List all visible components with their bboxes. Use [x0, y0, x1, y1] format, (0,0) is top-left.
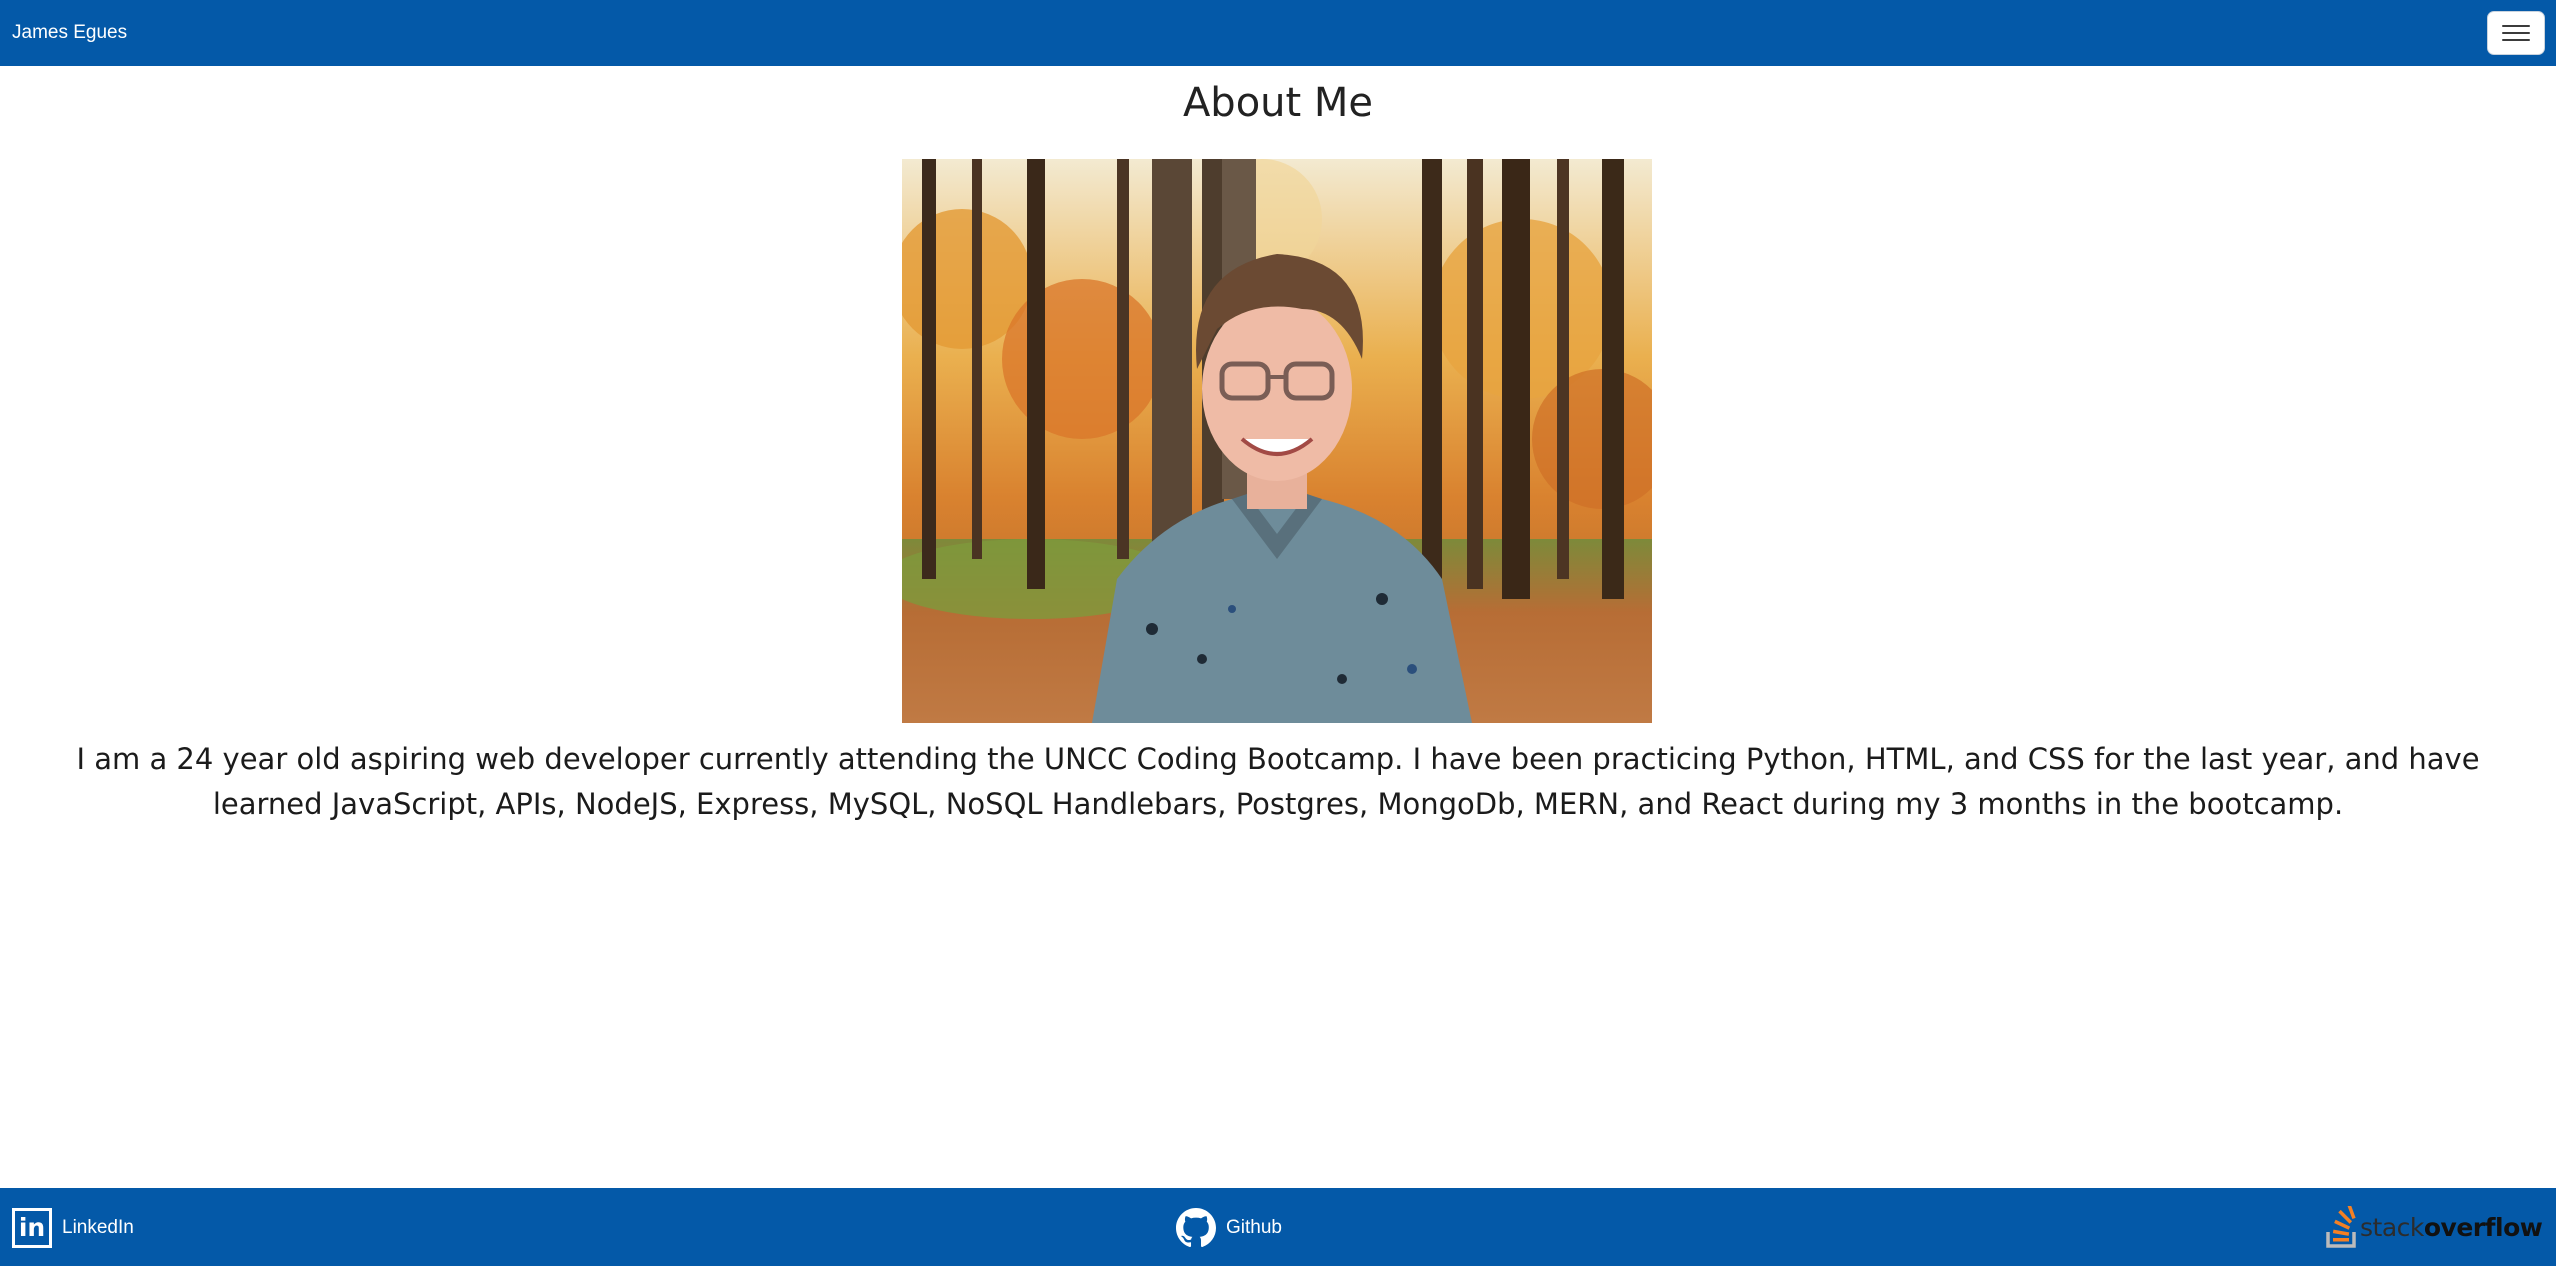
footer: in LinkedIn Github stackoverflow: [0, 1188, 2556, 1266]
bio-paragraph: I am a 24 year old aspiring web develope…: [76, 742, 2480, 821]
stackoverflow-label-light: stack: [2360, 1212, 2424, 1242]
linkedin-link[interactable]: in LinkedIn: [12, 1208, 134, 1248]
profile-photo-illustration: [902, 159, 1652, 723]
stackoverflow-icon: [2326, 1206, 2356, 1248]
about-section: About Me I am a 24 year old aspiring web…: [0, 66, 2556, 1188]
hamburger-menu-icon: [2502, 39, 2530, 41]
hamburger-menu-icon: [2502, 25, 2530, 27]
stackoverflow-wordmark: stackoverflow: [2360, 1212, 2543, 1242]
stackoverflow-label-bold: overflow: [2423, 1212, 2543, 1242]
menu-toggle-button[interactable]: [2487, 11, 2545, 55]
github-icon: [1176, 1208, 1216, 1248]
profile-photo: [902, 159, 1652, 723]
github-link[interactable]: Github: [1176, 1208, 1282, 1248]
linkedin-icon: in: [12, 1208, 52, 1248]
page-title: About Me: [1182, 80, 1374, 126]
linkedin-icon-text: in: [15, 1211, 49, 1245]
linkedin-label: LinkedIn: [62, 1217, 134, 1238]
stackoverflow-link[interactable]: stackoverflow: [2324, 1206, 2543, 1248]
top-navbar: James Egues: [0, 0, 2556, 66]
brand-link[interactable]: James Egues: [12, 22, 127, 44]
hamburger-menu-icon: [2502, 32, 2530, 34]
github-label: Github: [1226, 1217, 1282, 1238]
